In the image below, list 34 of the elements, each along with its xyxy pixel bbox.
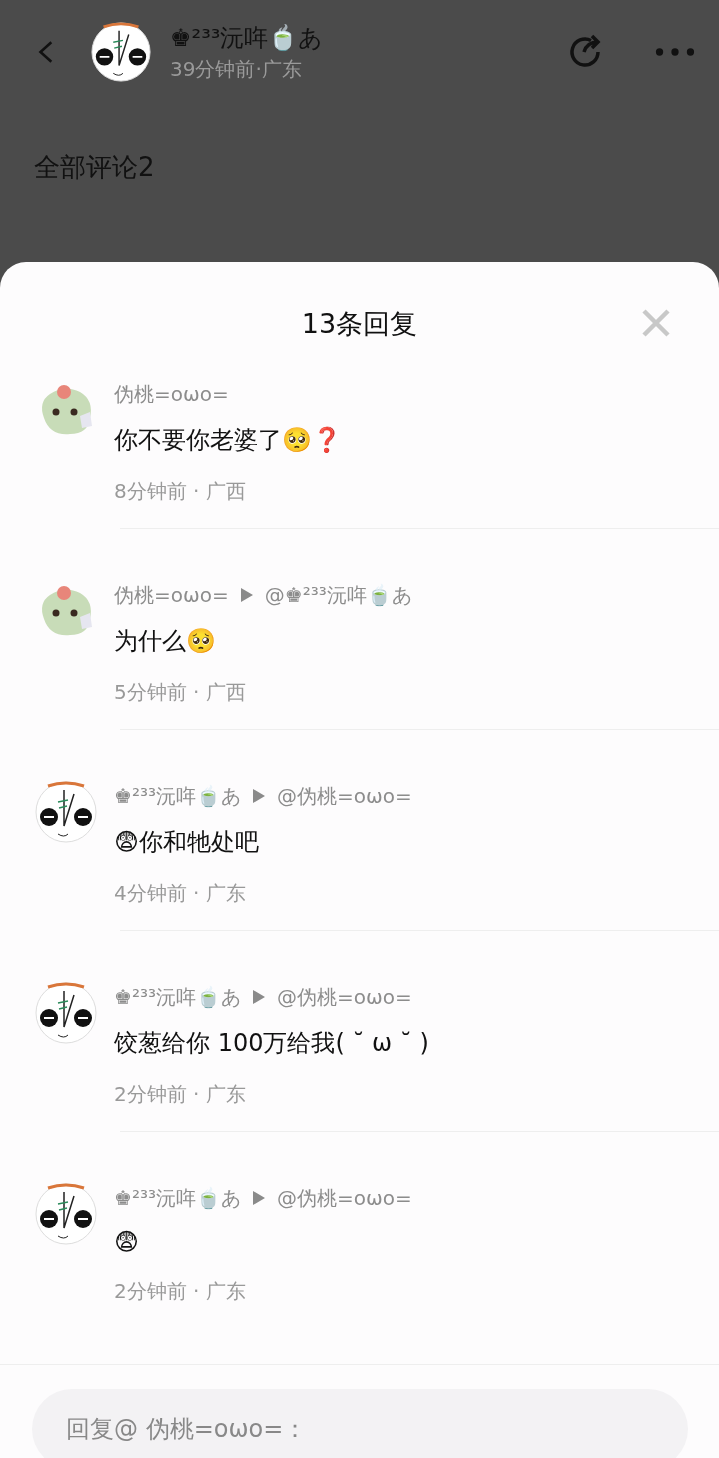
user-name[interactable]: 伪桃=oωo= [114, 380, 229, 408]
close-icon[interactable] [641, 308, 671, 338]
reply-text: 😨 [114, 1228, 141, 1256]
reply-arrow-icon [253, 789, 265, 803]
reply-text: 😨你和牠处吧 [114, 827, 261, 858]
user-avatar[interactable] [34, 981, 98, 1045]
reply-arrow-icon [240, 588, 253, 602]
reply-text: 饺葱给你 100万给我( ˘ ω ˘ ) [114, 1028, 429, 1059]
user-name[interactable]: ♚²³³沅哖🍵あ [114, 782, 241, 810]
reply-time-location: 2分钟前 · 广东 [114, 1081, 247, 1108]
reply-time-location: 4分钟前 · 广东 [114, 880, 247, 907]
user-name[interactable]: ♚²³³沅哖🍵あ [114, 983, 241, 1011]
author-name: ♚²³³沅哖🍵あ [170, 22, 325, 54]
user-avatar[interactable] [34, 1182, 98, 1246]
more-icon[interactable] [655, 47, 695, 57]
user-name[interactable]: 伪桃=oωo= [114, 581, 229, 609]
mention-link[interactable]: @伪桃=oωo= [277, 782, 412, 810]
user-name[interactable]: ♚²³³沅哖🍵あ [114, 1184, 241, 1212]
sheet-title: 13条回复 [301, 307, 418, 341]
mention-link[interactable]: @♚²³³沅哖🍵あ [264, 581, 412, 609]
reply-text: 你不要你老婆了🥺❓ [114, 425, 342, 456]
author-avatar[interactable] [90, 21, 152, 83]
reply-arrow-icon [253, 990, 265, 1004]
post-time-location: 39分钟前·广东 [170, 55, 303, 83]
reply-arrow-icon [253, 1191, 265, 1205]
mention-link[interactable]: @伪桃=oωo= [277, 1184, 412, 1212]
comments-heading: 全部评论2 [33, 151, 156, 184]
reply-text: 为什么🥺 [114, 626, 217, 657]
reply-time-location: 5分钟前 · 广西 [114, 679, 247, 706]
reply-time-location: 8分钟前 · 广西 [114, 478, 247, 505]
reply-input[interactable]: 回复@ 伪桃=oωo=： [32, 1389, 688, 1458]
mention-link[interactable]: @伪桃=oωo= [277, 983, 412, 1011]
user-avatar[interactable] [34, 780, 98, 844]
reply-time-location: 2分钟前 · 广东 [114, 1278, 247, 1305]
